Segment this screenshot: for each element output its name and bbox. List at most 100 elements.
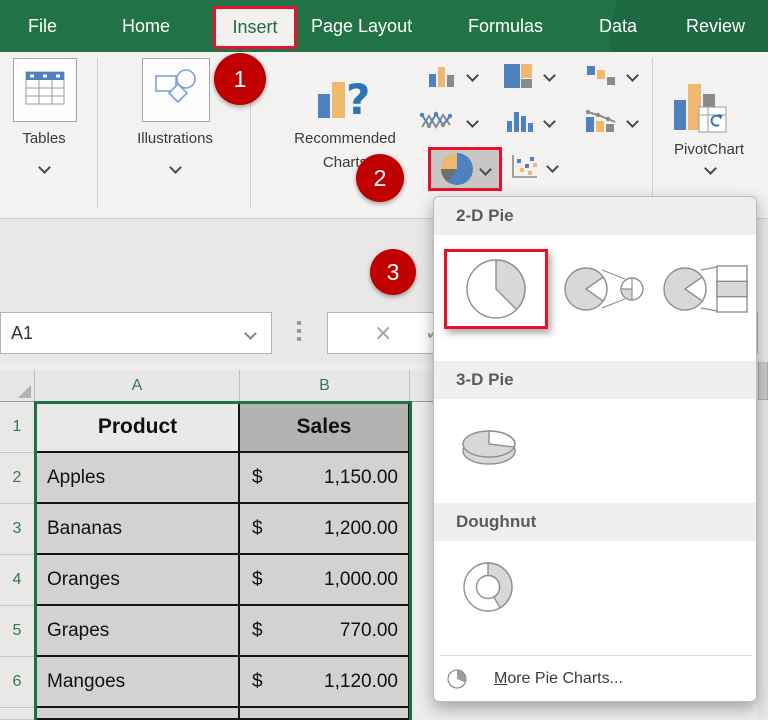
currency-symbol: $ bbox=[252, 670, 263, 692]
tab-data[interactable]: Data bbox=[599, 0, 637, 52]
cancel-icon[interactable]: × bbox=[374, 321, 392, 346]
chevron-down-icon[interactable] bbox=[466, 69, 479, 82]
insert-statistic-chart-button[interactable] bbox=[505, 109, 535, 138]
section-header-doughnut: Doughnut bbox=[434, 503, 756, 541]
chevron-down-icon[interactable] bbox=[546, 160, 559, 173]
cell-b4[interactable]: $1,000.00 bbox=[240, 555, 410, 606]
select-all-corner[interactable] bbox=[0, 370, 35, 401]
insert-column-chart-button[interactable] bbox=[427, 64, 457, 93]
shapes-icon bbox=[154, 68, 198, 113]
menu-item-2d-pie-highlighted[interactable] bbox=[444, 249, 548, 329]
pie-chart-icon bbox=[440, 153, 473, 185]
more-pie-charts-item[interactable]: More Pie Charts... bbox=[434, 656, 756, 701]
menu-item-doughnut[interactable] bbox=[456, 555, 520, 619]
name-box-value: A1 bbox=[11, 322, 34, 343]
cell-a3[interactable]: Bananas bbox=[35, 504, 240, 555]
2d-pie-icon bbox=[466, 259, 526, 319]
column-header-b[interactable]: B bbox=[240, 370, 410, 401]
tab-insert-active-highlighted[interactable]: Insert bbox=[213, 6, 297, 49]
ribbon-tab-bar: File Home Page Layout Formulas Data Revi… bbox=[0, 0, 768, 52]
chevron-down-icon[interactable] bbox=[704, 162, 717, 175]
cell-a7[interactable] bbox=[35, 708, 240, 720]
column-header-row: A B bbox=[0, 370, 433, 402]
chevron-down-icon[interactable] bbox=[543, 115, 556, 128]
tab-file[interactable]: File bbox=[28, 0, 57, 52]
amount: 1,000.00 bbox=[324, 568, 398, 590]
table-row: 3 Bananas $1,200.00 bbox=[0, 504, 433, 555]
excel-window: File Home Page Layout Formulas Data Revi… bbox=[0, 0, 768, 720]
row-header-4[interactable]: 4 bbox=[0, 555, 35, 606]
section-header-3d-pie: 3-D Pie bbox=[434, 361, 756, 399]
table-icon bbox=[25, 71, 65, 110]
cell-a5[interactable]: Grapes bbox=[35, 606, 240, 657]
cell-b6[interactable]: $1,120.00 bbox=[240, 657, 410, 708]
amount: 1,150.00 bbox=[324, 466, 398, 488]
menu-item-bar-of-pie[interactable] bbox=[660, 249, 754, 329]
insert-pie-chart-button-highlighted[interactable] bbox=[428, 147, 502, 191]
cell-a2[interactable]: Apples bbox=[35, 453, 240, 504]
currency-symbol: $ bbox=[252, 568, 263, 590]
table-row: 5 Grapes $770.00 bbox=[0, 606, 433, 657]
formula-bar-resize-handle[interactable] bbox=[297, 321, 301, 325]
row-header-5[interactable]: 5 bbox=[0, 606, 35, 657]
row-header-7[interactable] bbox=[0, 708, 35, 720]
group-separator bbox=[652, 58, 653, 208]
cell-b5[interactable]: $770.00 bbox=[240, 606, 410, 657]
cell-a6[interactable]: Mangoes bbox=[35, 657, 240, 708]
pie-of-pie-icon bbox=[564, 267, 644, 311]
pivotchart-button[interactable] bbox=[672, 78, 730, 141]
worksheet-grid: A B 1 Product Sales 2 Apples $1,150.00 3… bbox=[0, 362, 433, 720]
small-pie-icon bbox=[447, 669, 467, 689]
row-header-1[interactable]: 1 bbox=[0, 402, 35, 453]
amount: 1,120.00 bbox=[324, 670, 398, 692]
pie-chart-dropdown-menu: 2-D Pie 3-D Pie Doughnut More Pie Charts… bbox=[433, 196, 757, 702]
tables-label: Tables bbox=[22, 130, 66, 147]
illustrations-button[interactable] bbox=[142, 58, 210, 122]
table-row: 2 Apples $1,150.00 bbox=[0, 453, 433, 504]
chevron-down-icon[interactable] bbox=[466, 115, 479, 128]
cell-b7[interactable] bbox=[240, 708, 410, 720]
currency-symbol: $ bbox=[252, 517, 263, 539]
chevron-down-icon[interactable] bbox=[169, 161, 182, 174]
chevron-down-icon[interactable] bbox=[38, 161, 51, 174]
cell-a1-product[interactable]: Product bbox=[35, 402, 240, 453]
table-row: 4 Oranges $1,000.00 bbox=[0, 555, 433, 606]
insert-line-chart-button[interactable] bbox=[419, 108, 453, 139]
chevron-down-icon[interactable] bbox=[626, 69, 639, 82]
step-badge-1: 1 bbox=[214, 53, 266, 105]
3d-pie-icon bbox=[462, 430, 516, 465]
row-header-3[interactable]: 3 bbox=[0, 504, 35, 555]
insert-waterfall-chart-button[interactable] bbox=[586, 65, 616, 92]
cell-b3[interactable]: $1,200.00 bbox=[240, 504, 410, 555]
tab-home[interactable]: Home bbox=[122, 0, 170, 52]
svg-text:?: ? bbox=[346, 75, 370, 124]
recommended-charts-label-line1: Recommended bbox=[294, 130, 396, 147]
more-pie-charts-label: More Pie Charts... bbox=[494, 670, 623, 687]
chevron-down-icon bbox=[478, 162, 492, 176]
step-badge-2: 2 bbox=[356, 154, 404, 202]
cell-a4[interactable]: Oranges bbox=[35, 555, 240, 606]
section-header-2d-pie: 2-D Pie bbox=[434, 197, 756, 235]
cell-b2[interactable]: $1,150.00 bbox=[240, 453, 410, 504]
insert-scatter-chart-button[interactable] bbox=[511, 153, 539, 184]
row-header-2[interactable]: 2 bbox=[0, 453, 35, 504]
column-header-a[interactable]: A bbox=[35, 370, 240, 401]
insert-hierarchy-chart-button[interactable] bbox=[503, 63, 533, 94]
tab-formulas[interactable]: Formulas bbox=[468, 0, 543, 52]
recommended-charts-button[interactable]: ? bbox=[316, 68, 374, 129]
chevron-down-icon[interactable] bbox=[543, 69, 556, 82]
tab-review[interactable]: Review bbox=[686, 0, 745, 52]
currency-symbol: $ bbox=[252, 466, 263, 488]
row-header-6[interactable]: 6 bbox=[0, 657, 35, 708]
doughnut-icon bbox=[463, 562, 513, 612]
tab-page-layout[interactable]: Page Layout bbox=[311, 0, 412, 52]
tables-button[interactable] bbox=[13, 58, 77, 122]
name-box[interactable]: A1 bbox=[0, 312, 272, 354]
cell-b1-sales[interactable]: Sales bbox=[240, 402, 410, 453]
chevron-down-icon[interactable] bbox=[626, 115, 639, 128]
menu-item-pie-of-pie[interactable] bbox=[558, 249, 658, 329]
menu-item-3d-pie[interactable] bbox=[452, 417, 528, 477]
group-separator bbox=[97, 58, 98, 208]
insert-combo-chart-button[interactable] bbox=[584, 108, 618, 139]
illustrations-label: Illustrations bbox=[137, 130, 213, 147]
